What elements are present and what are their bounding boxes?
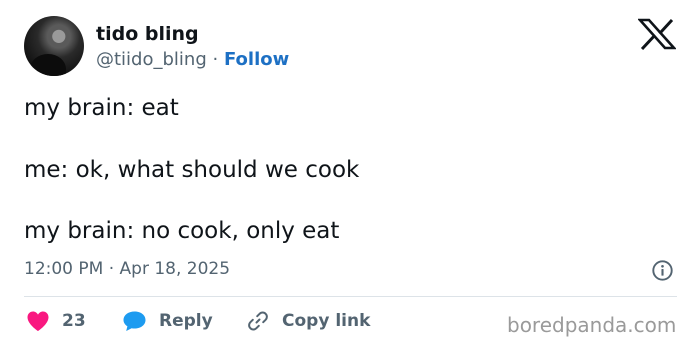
- handle-separator: ·: [212, 49, 219, 70]
- tweet-timestamp[interactable]: 12:00 PM · Apr 18, 2025: [24, 258, 230, 280]
- link-icon: [248, 311, 268, 331]
- follow-button[interactable]: Follow: [224, 49, 289, 70]
- reply-button[interactable]: Reply: [122, 309, 213, 333]
- boredpanda-watermark: boredpanda.com: [507, 313, 677, 337]
- tweet-text-line: my brain: eat: [24, 95, 179, 121]
- heart-icon: [27, 311, 49, 331]
- x-logo-icon[interactable]: [638, 18, 676, 50]
- copy-link-label: Copy link: [282, 311, 371, 331]
- reply-label: Reply: [159, 311, 213, 331]
- tweet-text-line: me: ok, what should we cook: [24, 157, 360, 183]
- tweet-text-line: my brain: no cook, only eat: [24, 218, 340, 244]
- author-avatar[interactable]: [24, 16, 84, 76]
- like-button[interactable]: 23: [26, 309, 86, 333]
- like-count: 23: [62, 311, 86, 331]
- speech-bubble-icon: [123, 311, 146, 331]
- author-handle[interactable]: @tiido_bling: [96, 49, 207, 70]
- author-display-name[interactable]: tido bling: [96, 22, 199, 46]
- info-icon[interactable]: [651, 259, 674, 282]
- copy-link-button[interactable]: Copy link: [246, 309, 370, 333]
- divider: [24, 296, 677, 297]
- author-handle-line: @tiido_bling · Follow: [96, 49, 289, 71]
